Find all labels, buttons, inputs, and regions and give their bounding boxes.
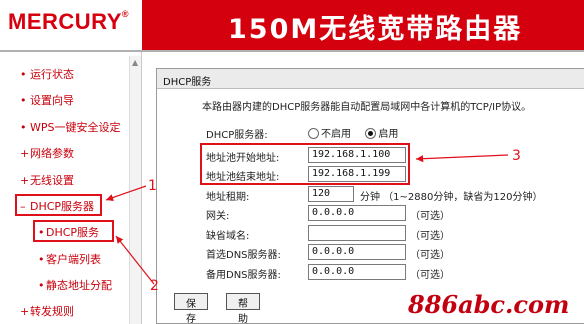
sidebar-item-label: 运行状态 xyxy=(30,68,74,81)
sidebar-item-label: 客户端列表 xyxy=(46,253,101,266)
bullet-icon: • xyxy=(38,279,45,292)
highlight-box-dhcp-server xyxy=(15,194,102,216)
expand-icon: + xyxy=(20,305,30,318)
logo-text: MERCURY xyxy=(8,9,122,34)
scroll-up-arrow-icon[interactable]: ▲ xyxy=(132,58,138,67)
sidebar-item-wizard[interactable]: • 设置向导 xyxy=(20,92,74,108)
product-title: 150M无线宽带路由器 xyxy=(228,14,523,45)
secondary-dns-optional: （可选） xyxy=(410,270,450,281)
expand-icon: + xyxy=(20,147,30,160)
header: MERCURY® 150M无线宽带路由器 xyxy=(0,0,584,50)
primary-dns-optional: （可选） xyxy=(410,250,450,261)
radio-disable[interactable] xyxy=(308,128,319,139)
highlight-box-address-pool xyxy=(200,143,410,185)
header-banner: 150M无线宽带路由器 xyxy=(142,0,584,50)
sidebar-item-label: 无线设置 xyxy=(30,174,74,187)
sidebar-item-label: 网络参数 xyxy=(30,147,74,160)
bullet-icon: • xyxy=(20,94,27,107)
lease-time-input[interactable]: 120 xyxy=(308,186,354,202)
sidebar-item-label: 转发规则 xyxy=(30,305,74,318)
watermark: 886abc.com xyxy=(408,290,570,319)
gateway-optional: （可选） xyxy=(410,211,450,222)
panel-title: DHCP服务 xyxy=(157,69,584,89)
domain-label: 缺省域名: xyxy=(206,231,250,242)
primary-dns-label: 首选DNS服务器: xyxy=(206,250,281,261)
domain-input[interactable] xyxy=(308,225,406,241)
bullet-icon: • xyxy=(38,253,45,266)
save-button[interactable]: 保 存 xyxy=(174,293,208,324)
lease-time-hint: 分钟 （1~2880分钟，缺省为120分钟） xyxy=(360,192,543,203)
sidebar-item-wireless[interactable]: +无线设置 xyxy=(20,172,74,188)
gateway-input[interactable]: 0.0.0.0 xyxy=(308,205,406,221)
sidebar-item-wps[interactable]: • WPS一键安全设定 xyxy=(20,119,121,135)
sidebar-subitem-client-list[interactable]: • 客户端列表 xyxy=(38,251,101,267)
bullet-icon: • xyxy=(20,68,27,81)
sidebar-item-label: 静态地址分配 xyxy=(46,279,112,292)
secondary-dns-label: 备用DNS服务器: xyxy=(206,270,281,281)
secondary-dns-input[interactable]: 0.0.0.0 xyxy=(308,264,406,280)
highlight-box-dhcp-service xyxy=(33,220,114,242)
radio-disable-label: 不启用 xyxy=(321,129,351,140)
dhcp-server-label: DHCP服务器: xyxy=(206,130,268,141)
primary-dns-input[interactable]: 0.0.0.0 xyxy=(308,244,406,260)
bullet-icon: • xyxy=(20,121,27,134)
gateway-label: 网关: xyxy=(206,211,230,222)
lease-time-label: 地址租期: xyxy=(206,192,250,203)
dhcp-server-radio-group: 不启用 启用 xyxy=(308,125,398,140)
mercury-logo: MERCURY® xyxy=(8,9,129,35)
help-button[interactable]: 帮 助 xyxy=(226,293,260,324)
expand-icon: + xyxy=(20,174,30,187)
sidebar-item-network[interactable]: +网络参数 xyxy=(20,145,74,161)
sidebar-subitem-static-address[interactable]: • 静态地址分配 xyxy=(38,277,112,293)
sidebar-scrollbar[interactable]: ▲ xyxy=(129,56,141,324)
sidebar-item-forwarding[interactable]: +转发规则 xyxy=(20,303,74,319)
sidebar-item-status[interactable]: • 运行状态 xyxy=(20,66,74,82)
sidebar-item-label: WPS一键安全设定 xyxy=(30,121,121,134)
radio-enable[interactable] xyxy=(365,128,377,139)
domain-optional: （可选） xyxy=(410,231,450,242)
sidebar-item-label: 设置向导 xyxy=(30,94,74,107)
logo-registered-mark: ® xyxy=(121,9,130,19)
panel-description: 本路由器内建的DHCP服务器能自动配置局域网中各计算机的TCP/IP协议。 xyxy=(202,102,532,113)
radio-enable-label: 启用 xyxy=(378,129,399,140)
